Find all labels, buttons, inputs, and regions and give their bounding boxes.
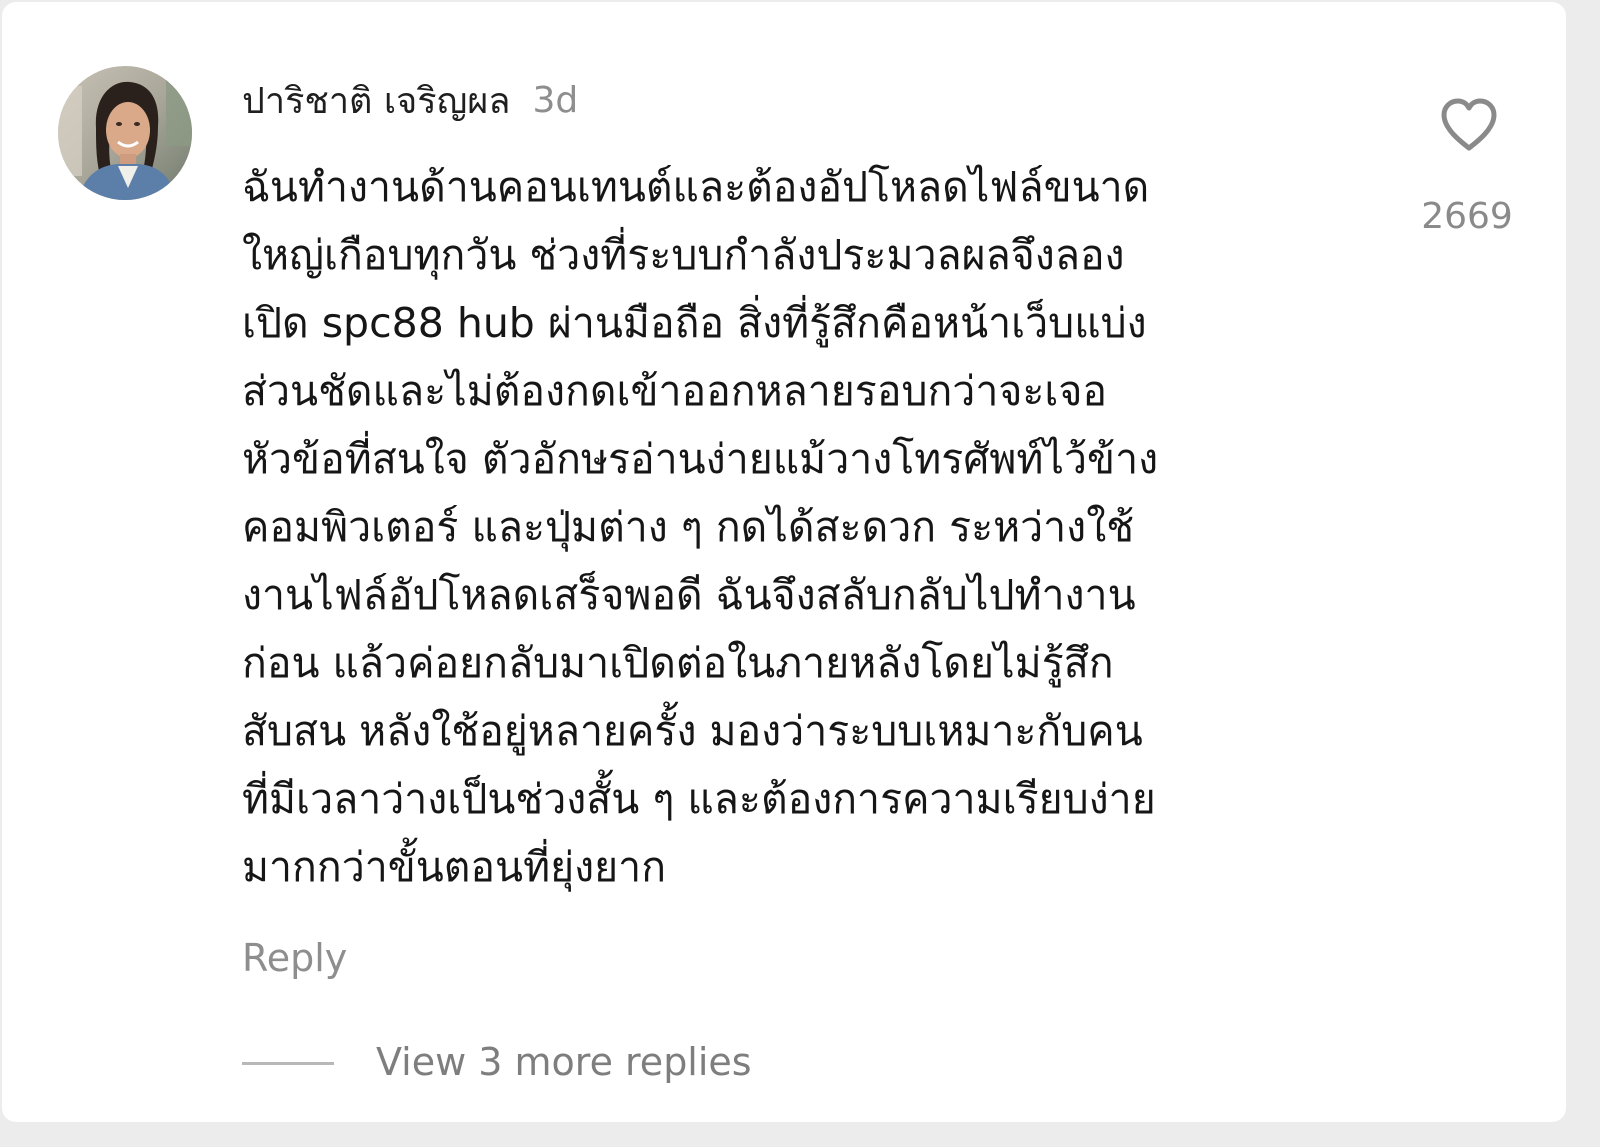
avatar[interactable]	[58, 66, 192, 200]
comment-card: ปาริชาติ เจริญผล 3d ฉันทำงานด้านคอนเทนต์…	[2, 2, 1566, 1122]
like-count: 2669	[1421, 196, 1513, 237]
comment-header: ปาริชาติ เจริญผล 3d	[242, 72, 578, 128]
replies-divider	[242, 1062, 334, 1065]
like-button[interactable]	[1440, 98, 1498, 152]
view-more-replies-button[interactable]: View 3 more replies	[376, 1040, 752, 1084]
reply-button[interactable]: Reply	[242, 936, 347, 980]
timestamp: 3d	[532, 79, 579, 121]
comment-text: ฉันทำงานด้านคอนเทนต์และต้องอัปโหลดไฟล์ขน…	[242, 163, 1159, 891]
author-name[interactable]: ปาริชาติ เจริญผล	[242, 72, 510, 129]
avatar-image	[58, 66, 192, 200]
heart-outline-icon	[1441, 98, 1497, 151]
